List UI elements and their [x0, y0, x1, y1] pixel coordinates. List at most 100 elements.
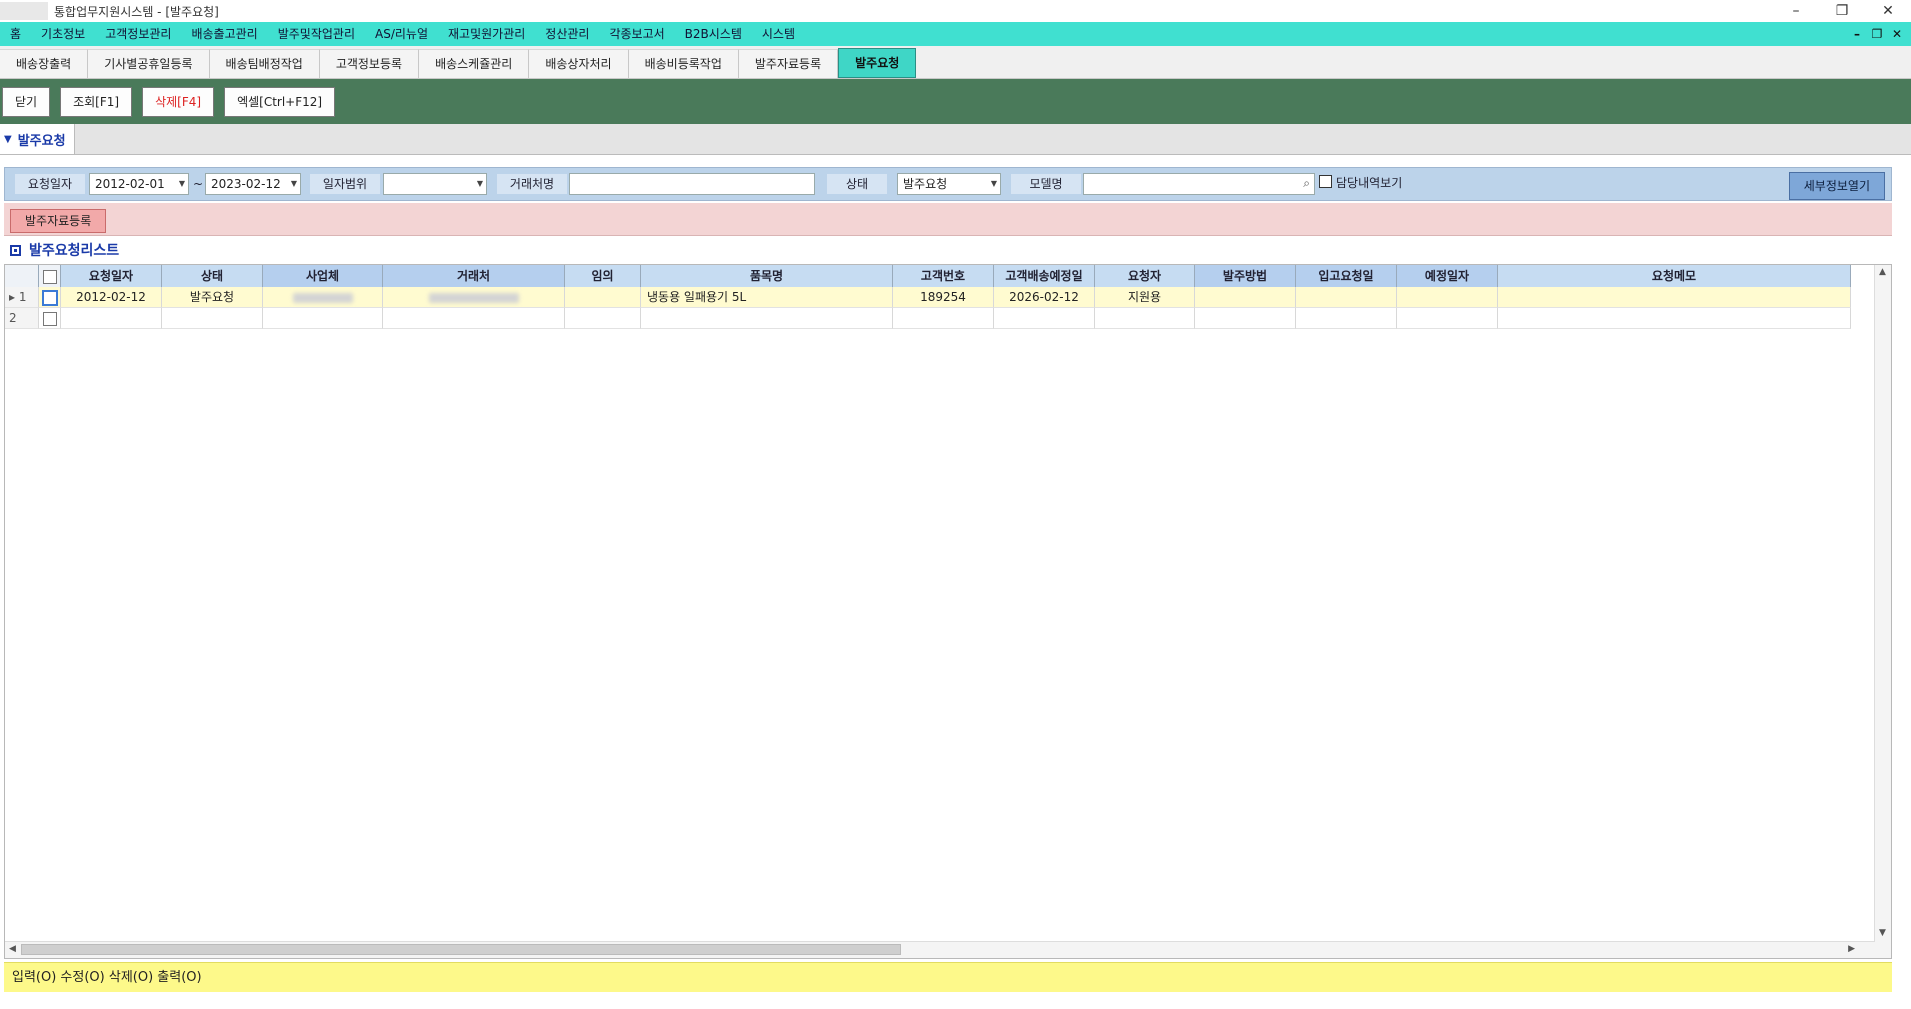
tab-driver-holidays[interactable]: 기사별공휴일등록 — [88, 49, 210, 78]
row-checkbox[interactable] — [41, 289, 58, 306]
cell-status[interactable]: 발주요청 — [162, 287, 263, 308]
cell-item-name[interactable]: 냉동용 일패용기 5L — [641, 287, 893, 308]
cell-delivery-date[interactable]: 2026-02-12 — [994, 287, 1095, 308]
cell-order-method[interactable] — [1195, 287, 1296, 308]
tab-box-processing[interactable]: 배송상자처리 — [529, 49, 629, 78]
date-to-picker[interactable]: 2023-02-12 ▼ — [205, 173, 301, 195]
menu-basic-info[interactable]: 기초정보 — [31, 22, 95, 46]
scroll-left-icon[interactable]: ◀ — [9, 944, 16, 954]
menu-order-work[interactable]: 발주및작업관리 — [268, 22, 365, 46]
chevron-down-icon[interactable]: ▼ — [477, 174, 483, 194]
cell-business[interactable] — [263, 308, 383, 329]
cell-receive-date[interactable] — [1296, 287, 1397, 308]
col-vendor[interactable]: 거래처 — [383, 265, 565, 287]
menu-home[interactable]: 홈 — [0, 22, 31, 46]
cell-arbitrary[interactable] — [565, 287, 641, 308]
menu-settlement[interactable]: 정산관리 — [535, 22, 599, 46]
select-all-checkbox[interactable] — [42, 269, 57, 284]
vendor-input[interactable] — [569, 173, 815, 195]
status-select[interactable]: 발주요청 ▼ — [897, 173, 1001, 195]
tab-order-request[interactable]: 발주요청 — [838, 48, 917, 78]
title-bar: 통합업무지원시스템 - [발주요청] – ❐ ✕ — [0, 0, 1911, 22]
menu-delivery[interactable]: 배송출고관리 — [181, 22, 267, 46]
menu-system[interactable]: 시스템 — [752, 22, 805, 46]
date-from-picker[interactable]: 2012-02-01 ▼ — [89, 173, 189, 195]
tab-delivery-slip[interactable]: 배송장출력 — [0, 49, 89, 78]
col-receive-date[interactable]: 입고요청일 — [1296, 265, 1397, 287]
col-customer-no[interactable]: 고객번호 — [893, 265, 994, 287]
table-row[interactable]: ▸ 1 2012-02-12 발주요청 냉동용 일패용기 5L 189254 2… — [5, 287, 1873, 308]
scroll-down-icon[interactable]: ▼ — [1879, 928, 1886, 938]
col-business[interactable]: 사업체 — [263, 265, 383, 287]
scroll-right-icon[interactable]: ▶ — [1848, 944, 1855, 954]
cell-customer-no[interactable] — [893, 308, 994, 329]
horizontal-scroll-thumb[interactable] — [21, 944, 901, 955]
mdi-restore-button[interactable]: ❐ — [1867, 22, 1887, 46]
scroll-up-icon[interactable]: ▲ — [1879, 267, 1886, 277]
row-checkbox[interactable] — [42, 311, 57, 326]
menu-b2b[interactable]: B2B시스템 — [675, 22, 752, 46]
cell-status[interactable] — [162, 308, 263, 329]
doc-tab-label: 발주요청 — [17, 133, 66, 149]
vertical-scrollbar[interactable]: ▲ ▼ — [1874, 265, 1891, 958]
col-item-name[interactable]: 품목명 — [641, 265, 893, 287]
cell-memo[interactable] — [1498, 308, 1851, 329]
range-select[interactable]: ▼ — [383, 173, 487, 195]
menu-as-renewal[interactable]: AS/리뉴얼 — [365, 22, 438, 46]
open-detail-button[interactable]: 세부정보열기 — [1788, 172, 1885, 200]
close-window-button[interactable]: ✕ — [1865, 0, 1911, 22]
col-status[interactable]: 상태 — [162, 265, 263, 287]
chevron-down-icon[interactable]: ▼ — [991, 174, 997, 194]
restore-button[interactable]: ❐ — [1819, 0, 1865, 22]
register-order-button[interactable]: 발주자료등록 — [10, 209, 107, 233]
cell-vendor[interactable] — [383, 308, 565, 329]
cell-planned-date[interactable] — [1397, 287, 1498, 308]
col-memo[interactable]: 요청메모 — [1498, 265, 1851, 287]
mdi-minimize-button[interactable]: – — [1847, 22, 1867, 46]
menu-reports[interactable]: 각종보고서 — [599, 22, 674, 46]
cell-delivery-date[interactable] — [994, 308, 1095, 329]
cell-item-name[interactable] — [641, 308, 893, 329]
cell-arbitrary[interactable] — [565, 308, 641, 329]
cell-memo[interactable] — [1498, 287, 1851, 308]
cell-receive-date[interactable] — [1296, 308, 1397, 329]
tab-customer-register[interactable]: 고객정보등록 — [319, 49, 420, 78]
menu-inventory[interactable]: 재고및원가관리 — [438, 22, 535, 46]
cell-requester[interactable]: 지원용 — [1095, 287, 1195, 308]
cell-request-date[interactable] — [61, 308, 162, 329]
cell-requester[interactable] — [1095, 308, 1195, 329]
table-row[interactable]: 2 — [5, 308, 1873, 329]
mine-only-checkbox[interactable] — [1319, 175, 1332, 188]
model-input[interactable]: ⌕ — [1083, 173, 1315, 195]
cell-order-method[interactable] — [1195, 308, 1296, 329]
menu-customer[interactable]: 고객정보관리 — [95, 22, 181, 46]
col-delivery-date[interactable]: 고객배송예정일 — [994, 265, 1095, 287]
col-arbitrary[interactable]: 임의 — [565, 265, 641, 287]
cell-business[interactable] — [263, 287, 383, 308]
cell-vendor[interactable] — [383, 287, 565, 308]
search-icon[interactable]: ⌕ — [1303, 176, 1310, 191]
tab-team-assignment[interactable]: 배송팀배정작업 — [209, 49, 320, 78]
close-button[interactable]: 닫기 — [2, 86, 51, 117]
col-requester[interactable]: 요청자 — [1095, 265, 1195, 287]
tab-order-data[interactable]: 발주자료등록 — [738, 49, 839, 78]
doc-tab-order-request[interactable]: ▼ 발주요청 — [0, 124, 75, 154]
search-button[interactable]: 조회[F1] — [60, 86, 133, 117]
col-request-date[interactable]: 요청일자 — [61, 265, 162, 287]
horizontal-scrollbar[interactable]: ◀ ▶ — [5, 941, 1875, 958]
minimize-button[interactable]: – — [1773, 0, 1819, 22]
cell-customer-no[interactable]: 189254 — [893, 287, 994, 308]
mdi-close-button[interactable]: ✕ — [1887, 22, 1907, 46]
excel-button[interactable]: 엑셀[Ctrl+F12] — [224, 86, 336, 117]
chevron-down-icon[interactable]: ▼ — [179, 174, 185, 194]
tab-schedule[interactable]: 배송스케쥴관리 — [419, 49, 530, 78]
chevron-down-icon[interactable]: ▼ — [291, 174, 297, 194]
mine-only-label: 담당내역보기 — [1336, 176, 1403, 190]
tab-fee-register[interactable]: 배송비등록작업 — [628, 49, 739, 78]
action-bar: 발주자료등록 — [4, 203, 1892, 236]
col-order-method[interactable]: 발주방법 — [1195, 265, 1296, 287]
delete-button[interactable]: 삭제[F4] — [142, 86, 215, 117]
cell-planned-date[interactable] — [1397, 308, 1498, 329]
cell-request-date[interactable]: 2012-02-12 — [61, 287, 162, 308]
col-planned-date[interactable]: 예정일자 — [1397, 265, 1498, 287]
